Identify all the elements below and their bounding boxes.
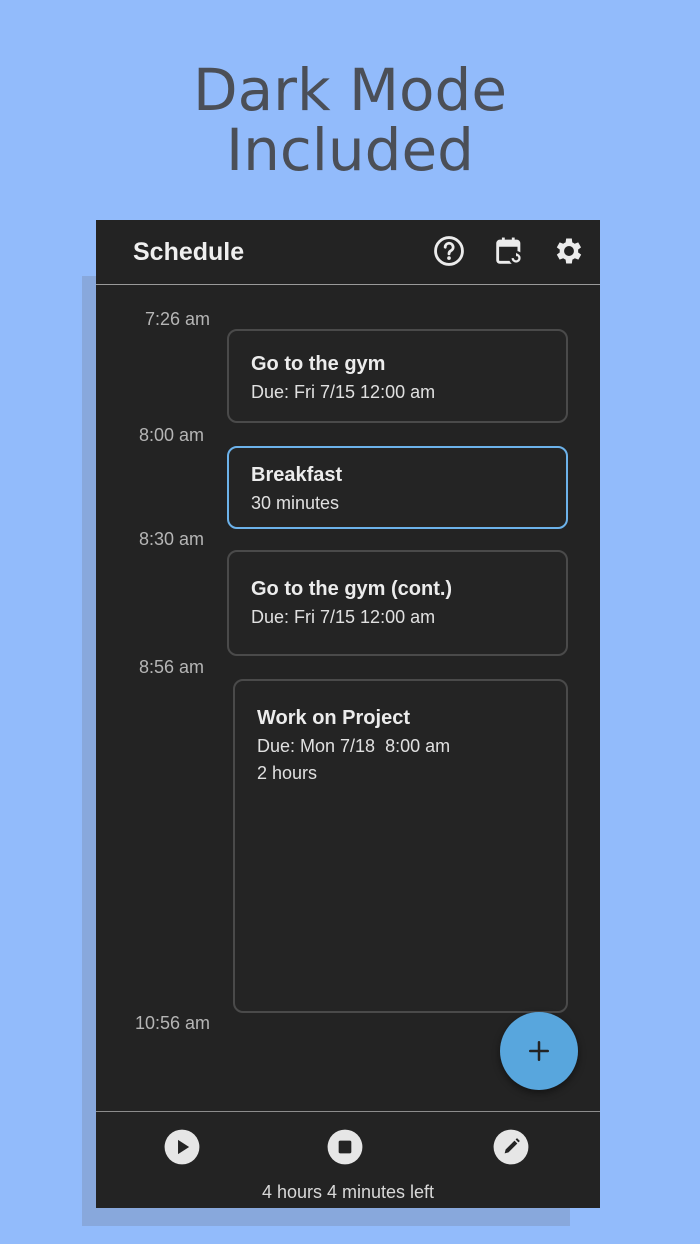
time-label: 7:26 am bbox=[144, 309, 210, 329]
bottom-bar: 4 hours 4 minutes left bbox=[96, 1111, 600, 1208]
app-screen: Schedule 7:26 am 8:00 am 8:30 am 8:56 am… bbox=[96, 220, 600, 1208]
event-card[interactable]: Work on Project Due: Mon 7/18 8:00 am 2 … bbox=[233, 679, 568, 1013]
page-title: Schedule bbox=[133, 238, 245, 266]
event-due: Due: Mon 7/18 8:00 am bbox=[257, 736, 451, 756]
help-icon[interactable] bbox=[432, 234, 466, 268]
play-button[interactable] bbox=[163, 1128, 201, 1166]
schedule-timeline[interactable]: 7:26 am 8:00 am 8:30 am 8:56 am 10:56 am… bbox=[96, 285, 600, 1111]
promo-headline: Dark Mode Included bbox=[0, 60, 700, 180]
event-title: Go to the gym bbox=[251, 353, 386, 375]
time-label: 8:00 am bbox=[138, 425, 204, 445]
promo-line-1: Dark Mode bbox=[192, 56, 508, 124]
event-due: Due: Fri 7/15 12:00 am bbox=[251, 382, 436, 402]
app-bar: Schedule bbox=[96, 220, 600, 285]
time-label: 8:30 am bbox=[138, 529, 204, 549]
event-due: Due: Fri 7/15 12:00 am bbox=[251, 607, 436, 627]
event-title: Work on Project bbox=[257, 707, 410, 729]
event-title: Breakfast bbox=[251, 464, 343, 486]
event-card-selected[interactable]: Breakfast 30 minutes bbox=[227, 446, 568, 529]
stop-button[interactable] bbox=[326, 1128, 364, 1166]
edit-icon bbox=[493, 1129, 529, 1165]
time-label: 8:56 am bbox=[138, 657, 204, 677]
calendar-sync-icon[interactable] bbox=[492, 234, 526, 268]
event-title: Go to the gym (cont.) bbox=[251, 578, 453, 600]
event-duration: 2 hours bbox=[257, 763, 318, 783]
time-label: 10:56 am bbox=[134, 1013, 210, 1033]
event-duration: 30 minutes bbox=[251, 493, 340, 513]
add-event-button[interactable] bbox=[500, 1012, 578, 1090]
gear-icon[interactable] bbox=[552, 234, 586, 268]
event-card[interactable]: Go to the gym (cont.) Due: Fri 7/15 12:0… bbox=[227, 550, 568, 656]
play-icon bbox=[164, 1129, 200, 1165]
stop-icon bbox=[327, 1129, 363, 1165]
edit-button[interactable] bbox=[492, 1128, 530, 1166]
time-left-status: 4 hours 4 minutes left bbox=[261, 1182, 435, 1202]
promo-line-2: Included bbox=[226, 116, 474, 184]
event-card[interactable]: Go to the gym Due: Fri 7/15 12:00 am bbox=[227, 329, 568, 423]
plus-icon bbox=[529, 1041, 549, 1061]
